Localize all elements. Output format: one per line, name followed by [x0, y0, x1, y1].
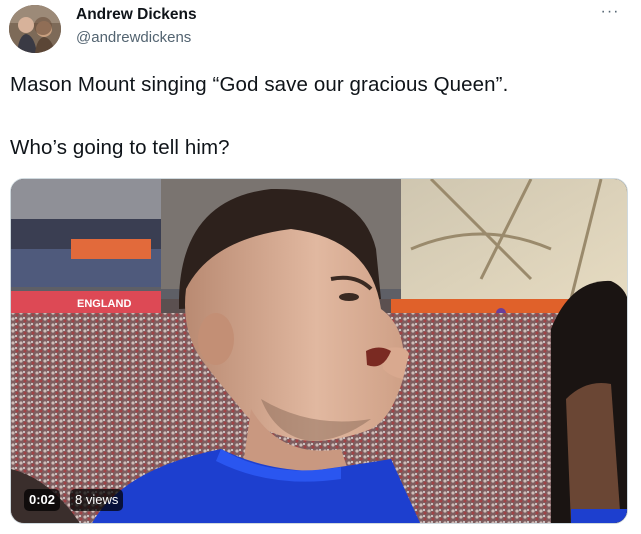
tweet-text-line-1: Mason Mount singing “God save our gracio… — [10, 73, 509, 96]
video-frame: ENGLAND — [11, 179, 627, 523]
video-player[interactable]: ENGLAND 0:02 8 views — [10, 178, 628, 524]
author-avatar[interactable] — [9, 5, 61, 53]
video-view-count: 8 views — [70, 489, 124, 511]
tweet-card[interactable]: Andrew Dickens @andrewdickens ··· Mason … — [0, 0, 641, 534]
author-display-name[interactable]: Andrew Dickens — [76, 6, 197, 24]
video-duration: 0:02 — [24, 489, 61, 511]
author-handle[interactable]: @andrewdickens — [76, 29, 191, 46]
stadium-banner-text: ENGLAND — [77, 298, 131, 310]
more-options-icon[interactable]: ··· — [596, 2, 624, 26]
tweet-text-line-2: Who’s going to tell him? — [10, 136, 230, 159]
